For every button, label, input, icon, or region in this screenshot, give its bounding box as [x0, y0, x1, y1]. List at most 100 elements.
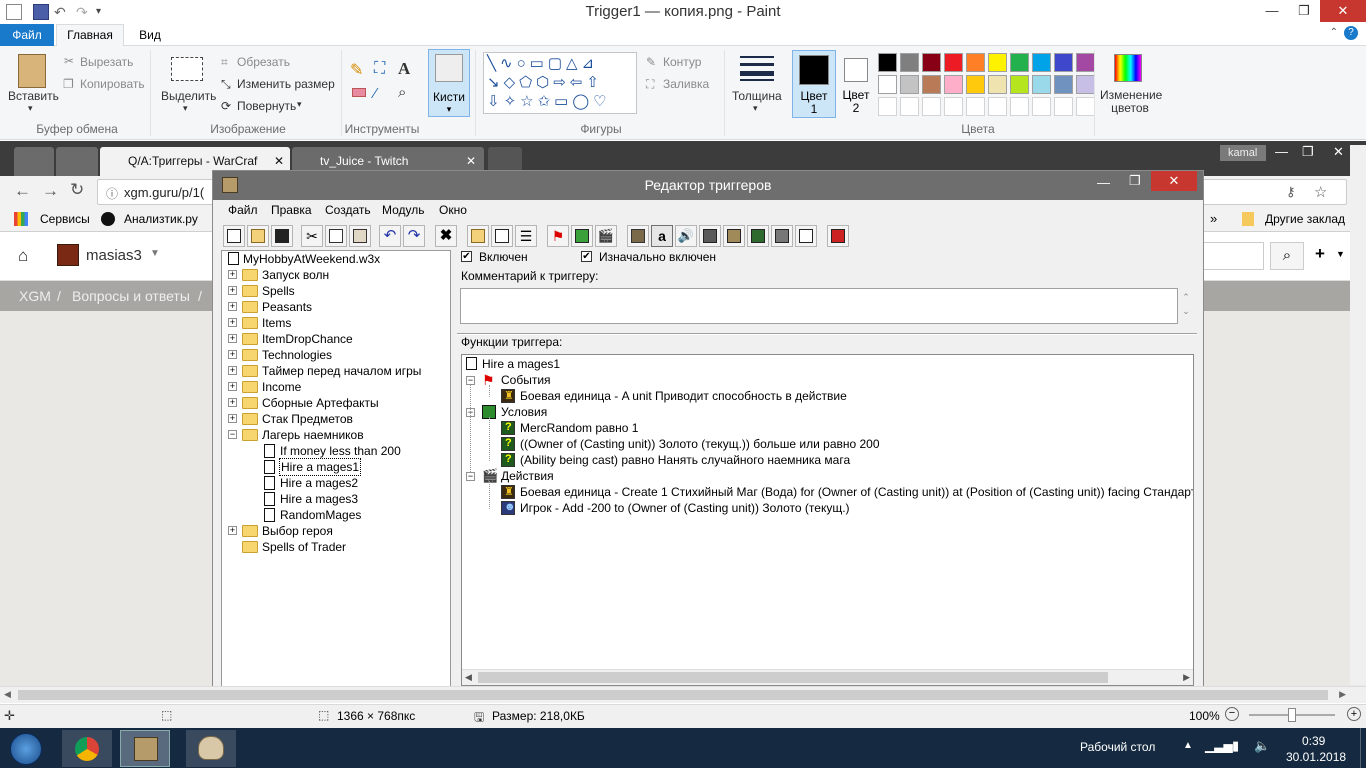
palette-swatch[interactable] — [944, 75, 963, 94]
palette-swatch[interactable] — [1054, 97, 1073, 116]
actions-label[interactable]: Действия — [501, 468, 554, 484]
text-tool-icon[interactable]: A — [398, 59, 410, 79]
collapse-ribbon-icon[interactable]: ⌃ — [1330, 27, 1338, 38]
palette-swatch[interactable] — [878, 97, 897, 116]
bookmark-other[interactable]: Другие заклад — [1265, 212, 1345, 226]
palette-swatch[interactable] — [900, 75, 919, 94]
show-desktop-button[interactable] — [1360, 728, 1366, 768]
palette-swatch[interactable] — [878, 53, 897, 72]
fill-bucket-icon[interactable]: ⛶ — [374, 60, 385, 78]
palette-swatch[interactable] — [966, 53, 985, 72]
event-line[interactable]: Боевая единица - A unit Приводит способн… — [520, 388, 847, 404]
site-search-input[interactable] — [1200, 242, 1264, 270]
resize-button[interactable]: Изменить размер — [237, 77, 335, 91]
palette-swatch[interactable] — [988, 97, 1007, 116]
outline-button[interactable]: Контур — [663, 55, 701, 69]
palette-swatch[interactable] — [1032, 97, 1051, 116]
battery-icon[interactable]: ▮ — [1232, 738, 1239, 754]
forward-icon[interactable]: → — [42, 181, 59, 201]
collapse-actions-icon[interactable]: − — [466, 472, 475, 481]
menu-module[interactable]: Модуль — [382, 203, 425, 217]
palette-swatch[interactable] — [878, 75, 897, 94]
color1-button[interactable]: Цвет 1 — [792, 50, 836, 118]
palette-swatch[interactable] — [1076, 75, 1095, 94]
new-comment-button[interactable]: ☰ — [515, 225, 537, 247]
page-vertical-scrollbar[interactable] — [1350, 145, 1366, 685]
campaign-editor-button[interactable] — [723, 225, 745, 247]
new-event-button[interactable]: ⚑ — [547, 225, 569, 247]
import-manager-button[interactable] — [795, 225, 817, 247]
home-icon[interactable]: ⌂ — [18, 246, 28, 266]
trigger-editor-button[interactable]: a — [651, 225, 673, 247]
tree-folder-4[interactable]: ItemDropChance — [262, 331, 353, 347]
tree-folder-8[interactable]: Сборные Артефакты — [262, 395, 379, 411]
palette-swatch[interactable] — [900, 97, 919, 116]
scroll-thumb[interactable] — [478, 672, 1108, 683]
editor-maximize-button[interactable]: ❐ — [1129, 173, 1141, 189]
sound-editor-button[interactable]: 🔊 — [675, 225, 697, 247]
test-map-button[interactable] — [827, 225, 849, 247]
expand-folder-icon[interactable]: + — [228, 366, 237, 375]
color2-button[interactable]: Цвет 2 — [838, 50, 874, 118]
bookmark-analytics[interactable]: Анализтик.ру — [124, 212, 198, 226]
palette-swatch[interactable] — [922, 53, 941, 72]
help-icon[interactable]: ? — [1344, 26, 1358, 40]
clock-date[interactable]: 30.01.2018 — [1286, 750, 1346, 764]
trigger-functions-tree[interactable]: Hire a mages1 − ⚑ События ♜ Боевая едини… — [461, 354, 1194, 686]
conditions-label[interactable]: Условия — [501, 404, 547, 420]
browser-tab-pinned-1[interactable] — [14, 147, 54, 176]
tree-root[interactable]: MyHobbyAtWeekend.w3x — [243, 251, 380, 267]
tab-view[interactable]: Вид — [130, 24, 170, 46]
palette-swatch[interactable] — [1054, 53, 1073, 72]
ai-editor-button[interactable] — [747, 225, 769, 247]
zoom-out-button[interactable]: − — [1225, 707, 1239, 721]
tree-folder-1[interactable]: Spells — [262, 283, 295, 299]
browser-tab-pinned-2[interactable] — [56, 147, 98, 176]
eraser-icon[interactable] — [350, 86, 368, 102]
events-label[interactable]: События — [501, 372, 551, 388]
save-button[interactable] — [271, 225, 293, 247]
site-username[interactable]: masias3 — [86, 247, 142, 264]
redo-button[interactable]: ↷ — [403, 225, 425, 247]
rotate-button[interactable]: Повернуть — [237, 99, 296, 113]
browser-user-badge[interactable]: kamal — [1220, 145, 1266, 161]
palette-swatch[interactable] — [1076, 97, 1095, 116]
taskbar-paint[interactable] — [186, 730, 236, 767]
expand-folder-icon[interactable]: + — [228, 270, 237, 279]
expand-folder-icon[interactable]: + — [228, 350, 237, 359]
editor-close-button[interactable]: ✕ — [1151, 171, 1197, 191]
taskbar-chrome[interactable] — [62, 730, 112, 767]
size-button[interactable]: Толщина — [732, 89, 782, 103]
palette-swatch[interactable] — [988, 75, 1007, 94]
enabled-checkbox[interactable]: ✔ — [461, 251, 472, 262]
tree-folder-3[interactable]: Items — [262, 315, 291, 331]
comment-scrollbar[interactable]: ⌃ ⌄ — [1179, 290, 1193, 322]
start-button[interactable] — [10, 733, 42, 765]
expand-folder-icon[interactable]: + — [228, 382, 237, 391]
pencil-icon[interactable]: ✎ — [350, 60, 363, 80]
select-icon[interactable] — [171, 57, 203, 81]
edit-colors-button[interactable]: Изменение цветов — [1100, 89, 1162, 115]
shapes-gallery[interactable]: ╲∿○▭▢△⊿ ↘◇⬠⬡⇨⇦⇧ ⇩✧☆✩▭◯♡ — [483, 52, 637, 114]
breadcrumb-item-qa[interactable]: Вопросы и ответы — [72, 288, 190, 304]
menu-create[interactable]: Создать — [325, 203, 371, 217]
expand-folder-icon[interactable]: + — [228, 398, 237, 407]
browser-minimize-button[interactable]: — — [1275, 144, 1288, 159]
bookmarks-more-icon[interactable]: » — [1210, 211, 1217, 226]
fill-button[interactable]: Заливка — [663, 77, 709, 91]
expand-folder-icon[interactable]: + — [228, 302, 237, 311]
tree-folder-5[interactable]: Technologies — [262, 347, 332, 363]
tree-folder-after-1[interactable]: Spells of Trader — [262, 539, 346, 555]
collapse-folder-icon[interactable]: − — [228, 430, 237, 439]
editor-minimize-button[interactable]: — — [1097, 175, 1110, 190]
palette-swatch[interactable] — [1010, 53, 1029, 72]
breadcrumb-item-xgm[interactable]: XGM — [19, 288, 51, 304]
apps-icon[interactable] — [14, 212, 28, 226]
palette-swatch[interactable] — [900, 53, 919, 72]
condition-line[interactable]: MercRandom равно 1 — [520, 420, 638, 436]
palette-swatch[interactable] — [944, 97, 963, 116]
paste-button[interactable] — [349, 225, 371, 247]
object-manager-button[interactable] — [771, 225, 793, 247]
clock-time[interactable]: 0:39 — [1302, 734, 1325, 748]
new-action-button[interactable]: 🎬 — [595, 225, 617, 247]
